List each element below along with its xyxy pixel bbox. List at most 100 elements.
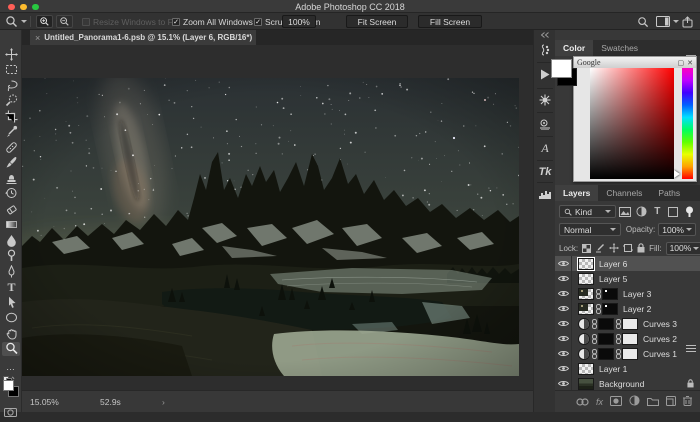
adjustment-mask-thumbnail[interactable] (598, 333, 614, 345)
layer-thumbnail[interactable] (578, 273, 594, 285)
hand-tool[interactable] (2, 326, 20, 340)
link-layers-icon[interactable] (576, 393, 589, 411)
blur-tool[interactable] (2, 233, 20, 247)
blend-mode-select[interactable]: Normal (559, 223, 621, 236)
fit-screen-button[interactable]: Fit Screen (346, 15, 408, 28)
tk-actions-panel-icon[interactable]: Tk (534, 162, 556, 182)
dodge-tool[interactable] (2, 249, 20, 263)
quick-selection-tool[interactable] (2, 94, 20, 108)
visibility-eye-icon[interactable] (555, 376, 572, 391)
new-adjustment-layer-icon[interactable] (629, 393, 640, 411)
visibility-eye-icon[interactable] (555, 361, 572, 376)
move-tool[interactable] (2, 47, 20, 61)
new-group-icon[interactable] (647, 393, 659, 411)
collapse-panels-icon[interactable] (534, 30, 556, 40)
eraser-tool[interactable] (2, 202, 20, 216)
layer-mask-thumbnail[interactable] (602, 303, 618, 315)
eyedropper-tool[interactable] (2, 125, 20, 139)
document-tab[interactable]: × Untitled_Panorama1-6.psb @ 15.1% (Laye… (30, 30, 256, 45)
saturation-brightness-field[interactable] (590, 68, 674, 179)
google-window-titlebar[interactable]: Google ▢ ✕ (574, 57, 696, 68)
layer-row[interactable]: Layer 6 (555, 256, 700, 271)
fill-value[interactable]: 100% (666, 242, 700, 255)
filters-panel-icon[interactable] (534, 90, 556, 110)
panel-icon-brushes[interactable] (534, 40, 556, 60)
visibility-eye-icon[interactable] (555, 256, 572, 271)
adjustment-layer-icon[interactable] (578, 348, 590, 360)
lock-pixels-icon[interactable] (595, 242, 605, 255)
adjustment-mask2-thumbnail[interactable] (622, 318, 638, 330)
layer-row[interactable]: Layer 2 (555, 301, 700, 316)
zoom-all-windows-checkbox[interactable]: ✓ Zoom All Windows (172, 13, 253, 30)
status-options-chevron[interactable]: › (162, 397, 165, 407)
histogram-panel-icon[interactable] (534, 184, 556, 204)
adjustment-mask2-thumbnail[interactable] (622, 348, 638, 360)
pen-tool[interactable] (2, 264, 20, 278)
visibility-eye-icon[interactable] (555, 286, 572, 301)
layer-thumbnail[interactable] (578, 258, 594, 270)
zoom-in-button[interactable] (36, 15, 53, 28)
tab-swatches[interactable]: Swatches (593, 40, 646, 56)
share-button[interactable] (682, 13, 693, 30)
lock-all-icon[interactable] (637, 242, 645, 255)
filter-adjustment-layers-icon[interactable] (635, 205, 648, 218)
visibility-eye-icon[interactable] (555, 316, 572, 331)
brush-tool[interactable] (2, 156, 20, 170)
add-layer-mask-icon[interactable] (610, 393, 622, 411)
character-panel-icon[interactable] (534, 114, 556, 134)
filter-smart-objects-icon[interactable] (683, 205, 696, 218)
healing-brush-tool[interactable] (2, 140, 20, 154)
ellipse-shape-tool[interactable] (2, 311, 20, 325)
zoom-100-button[interactable]: 100% (282, 15, 316, 28)
photo-canvas[interactable] (22, 78, 519, 376)
delete-layer-icon[interactable] (683, 393, 692, 411)
fill-screen-button[interactable]: Fill Screen (418, 15, 482, 28)
foreground-color-swatch[interactable] (3, 380, 14, 391)
lock-position-icon[interactable] (609, 242, 619, 255)
foreground-color-swatch[interactable] (551, 59, 572, 78)
lasso-tool[interactable] (2, 78, 20, 92)
crop-tool[interactable] (2, 109, 20, 123)
close-tab-icon[interactable]: × (35, 33, 40, 43)
hue-slider[interactable] (682, 68, 693, 179)
search-button[interactable] (637, 13, 649, 30)
zoom-tool-preset[interactable] (5, 13, 27, 30)
resize-windows-checkbox[interactable]: Resize Windows to Fit (82, 13, 177, 30)
history-brush-tool[interactable] (2, 187, 20, 201)
filter-shape-layers-icon[interactable] (667, 205, 680, 218)
adjustment-mask2-thumbnail[interactable] (622, 333, 638, 345)
layer-row[interactable]: Curves 2 (555, 331, 700, 346)
visibility-eye-icon[interactable] (555, 271, 572, 286)
layer-row[interactable]: Layer 1 (555, 361, 700, 376)
layer-row[interactable]: Curves 3 (555, 316, 700, 331)
lock-transparency-icon[interactable] (582, 242, 591, 255)
styles-panel-icon[interactable]: A (534, 138, 556, 158)
zoom-out-button[interactable] (56, 15, 73, 28)
visibility-eye-icon[interactable] (555, 331, 572, 346)
tab-color[interactable]: Color (555, 40, 593, 56)
layer-filter-kind-select[interactable]: Kind (559, 205, 616, 218)
tab-paths[interactable]: Paths (650, 185, 688, 201)
quick-mask-icon[interactable] (4, 404, 17, 422)
tab-layers[interactable]: Layers (555, 185, 598, 201)
filter-type-layers-icon[interactable]: T (651, 205, 664, 218)
layer-row[interactable]: Background (555, 376, 700, 391)
maximize-icon[interactable]: ▢ (678, 59, 685, 67)
opacity-value[interactable]: 100% (658, 223, 696, 236)
layer-thumbnail[interactable] (578, 288, 594, 300)
layer-thumbnail[interactable] (578, 303, 594, 315)
clone-stamp-tool[interactable] (2, 171, 20, 185)
path-selection-tool[interactable] (2, 295, 20, 309)
adjustment-mask-thumbnail[interactable] (598, 348, 614, 360)
close-icon[interactable]: ✕ (687, 59, 693, 67)
filter-pixel-layers-icon[interactable] (619, 205, 632, 218)
marquee-tool[interactable] (2, 63, 20, 77)
google-color-window[interactable]: Google ▢ ✕ (573, 56, 697, 182)
layer-row[interactable]: Layer 3 (555, 286, 700, 301)
zoom-tool[interactable] (2, 342, 20, 356)
tab-channels[interactable]: Channels (598, 185, 650, 201)
canvas-viewport[interactable] (22, 45, 533, 390)
new-layer-icon[interactable] (666, 393, 676, 411)
type-tool[interactable]: T (2, 280, 20, 294)
layer-row[interactable]: Curves 1 (555, 346, 700, 361)
